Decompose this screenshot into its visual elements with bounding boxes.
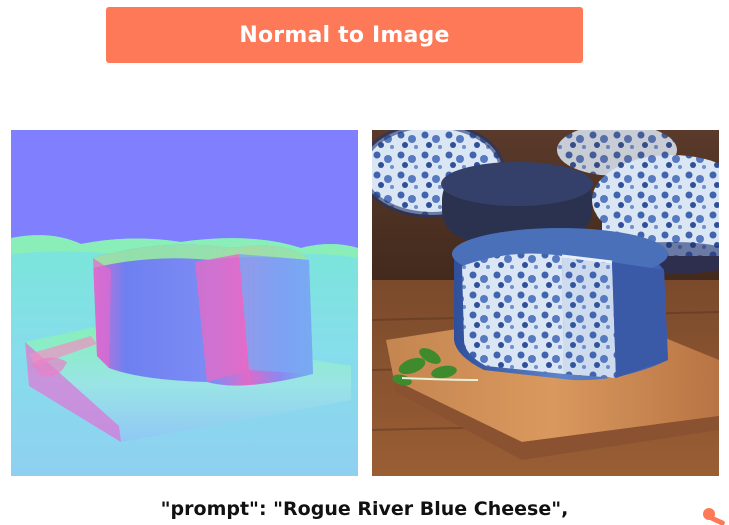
- normal-map-image: [11, 130, 358, 476]
- blue-cheese-photo: [372, 130, 719, 476]
- normal-map-illustration: [11, 130, 358, 476]
- title-banner: Normal to Image: [106, 7, 583, 63]
- title-label: Normal to Image: [239, 22, 450, 48]
- blue-cheese-illustration: [372, 130, 719, 476]
- prompt-caption: "prompt": "Rogue River Blue Cheese",: [160, 498, 569, 520]
- wrench-icon[interactable]: [701, 506, 727, 525]
